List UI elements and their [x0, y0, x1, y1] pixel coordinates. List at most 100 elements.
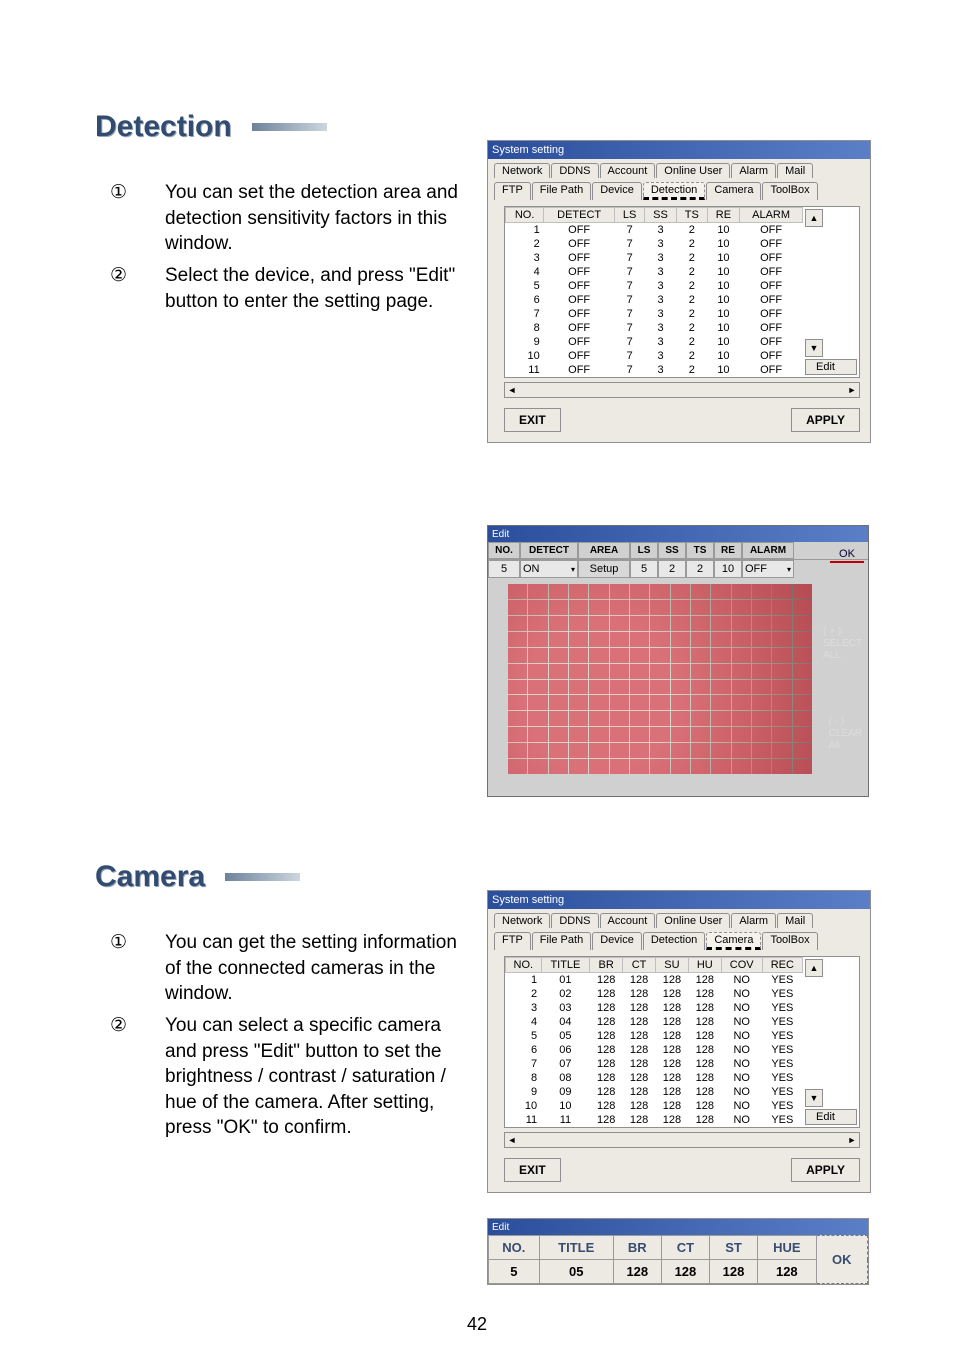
grid-cell[interactable] — [752, 648, 771, 663]
ok-button[interactable]: OK — [830, 548, 864, 563]
column-header[interactable]: SS — [645, 208, 677, 223]
grid-cell[interactable] — [508, 743, 527, 758]
grid-cell[interactable] — [549, 727, 568, 742]
column-header[interactable]: TITLE — [541, 958, 590, 973]
grid-cell[interactable] — [793, 648, 812, 663]
clear-all-button[interactable]: ( - ) CLEAR All — [829, 716, 862, 752]
grid-cell[interactable] — [610, 711, 629, 726]
grid-overlay[interactable] — [508, 584, 812, 774]
edit-value-cell[interactable]: 2 — [686, 560, 714, 578]
grid-cell[interactable] — [752, 743, 771, 758]
grid-cell[interactable] — [772, 632, 791, 647]
grid-cell[interactable] — [691, 648, 710, 663]
grid-cell[interactable] — [691, 711, 710, 726]
grid-cell[interactable] — [508, 632, 527, 647]
grid-cell[interactable] — [671, 616, 690, 631]
scroll-up-icon[interactable]: ▲ — [805, 959, 823, 977]
table-row[interactable]: 8OFF73210OFF — [506, 321, 803, 335]
grid-cell[interactable] — [691, 616, 710, 631]
grid-cell[interactable] — [528, 743, 547, 758]
grid-cell[interactable] — [569, 759, 588, 774]
scroll-left-icon[interactable]: ◄ — [505, 1134, 519, 1146]
tab-account[interactable]: Account — [600, 913, 656, 928]
grid-cell[interactable] — [691, 727, 710, 742]
grid-cell[interactable] — [793, 584, 812, 599]
tab-toolbox[interactable]: ToolBox — [762, 932, 817, 950]
tab-alarm[interactable]: Alarm — [731, 913, 776, 928]
column-header[interactable]: REC — [762, 958, 802, 973]
grid-cell[interactable] — [650, 759, 669, 774]
column-header[interactable]: TS — [676, 208, 707, 223]
grid-cell[interactable] — [528, 664, 547, 679]
grid-cell[interactable] — [691, 584, 710, 599]
grid-cell[interactable] — [711, 711, 730, 726]
column-header[interactable]: NO. — [506, 958, 542, 973]
grid-cell[interactable] — [508, 727, 527, 742]
tab-file-path[interactable]: File Path — [532, 182, 591, 200]
grid-cell[interactable] — [508, 711, 527, 726]
grid-cell[interactable] — [772, 584, 791, 599]
grid-cell[interactable] — [691, 695, 710, 710]
grid-cell[interactable] — [671, 664, 690, 679]
grid-cell[interactable] — [711, 743, 730, 758]
grid-cell[interactable] — [650, 695, 669, 710]
edit-value-cell[interactable]: 5 — [630, 560, 658, 578]
grid-cell[interactable] — [711, 600, 730, 615]
grid-cell[interactable] — [711, 759, 730, 774]
edit-value-cell[interactable]: 05 — [539, 1260, 613, 1284]
exit-button[interactable]: EXIT — [504, 408, 561, 432]
grid-cell[interactable] — [671, 648, 690, 663]
grid-cell[interactable] — [569, 727, 588, 742]
table-row[interactable]: 606128128128128NOYES — [506, 1043, 803, 1057]
grid-cell[interactable] — [630, 584, 649, 599]
column-header[interactable]: HU — [688, 958, 721, 973]
grid-cell[interactable] — [793, 695, 812, 710]
h-scrollbar[interactable]: ◄ ► — [504, 382, 860, 398]
grid-cell[interactable] — [732, 600, 751, 615]
grid-cell[interactable] — [691, 664, 710, 679]
grid-cell[interactable] — [772, 743, 791, 758]
tab-camera[interactable]: Camera — [706, 932, 761, 950]
table-row[interactable]: 4OFF73210OFF — [506, 265, 803, 279]
table-row[interactable]: 5OFF73210OFF — [506, 279, 803, 293]
detection-table[interactable]: NO.DETECTLSSSTSREALARM1OFF73210OFF2OFF73… — [505, 207, 803, 377]
table-row[interactable]: 1111128128128128NOYES — [506, 1113, 803, 1127]
table-row[interactable]: 101128128128128NOYES — [506, 973, 803, 988]
grid-cell[interactable] — [732, 616, 751, 631]
table-row[interactable]: 1OFF73210OFF — [506, 223, 803, 238]
grid-cell[interactable] — [711, 727, 730, 742]
column-header[interactable]: BR — [590, 958, 623, 973]
grid-cell[interactable] — [732, 759, 751, 774]
grid-cell[interactable] — [793, 664, 812, 679]
tab-online-user[interactable]: Online User — [656, 163, 730, 178]
grid-cell[interactable] — [569, 711, 588, 726]
grid-cell[interactable] — [589, 632, 608, 647]
grid-cell[interactable] — [671, 695, 690, 710]
grid-cell[interactable] — [650, 711, 669, 726]
grid-cell[interactable] — [589, 743, 608, 758]
table-row[interactable]: 202128128128128NOYES — [506, 987, 803, 1001]
grid-cell[interactable] — [691, 759, 710, 774]
table-row[interactable]: 3OFF73210OFF — [506, 251, 803, 265]
grid-cell[interactable] — [569, 632, 588, 647]
scroll-right-icon[interactable]: ► — [845, 1134, 859, 1146]
table-row[interactable]: 9OFF73210OFF — [506, 335, 803, 349]
grid-cell[interactable] — [508, 648, 527, 663]
grid-cell[interactable] — [528, 632, 547, 647]
table-row[interactable]: 2OFF73210OFF — [506, 237, 803, 251]
table-row[interactable]: 808128128128128NOYES — [506, 1071, 803, 1085]
grid-cell[interactable] — [691, 600, 710, 615]
grid-cell[interactable] — [549, 616, 568, 631]
column-header[interactable]: COV — [721, 958, 762, 973]
grid-cell[interactable] — [752, 680, 771, 695]
camera-table[interactable]: NO.TITLEBRCTSUHUCOVREC101128128128128NOY… — [505, 957, 803, 1127]
grid-cell[interactable] — [650, 600, 669, 615]
grid-cell[interactable] — [630, 743, 649, 758]
grid-cell[interactable] — [569, 584, 588, 599]
grid-cell[interactable] — [772, 664, 791, 679]
grid-cell[interactable] — [732, 680, 751, 695]
tab-detection[interactable]: Detection — [643, 182, 705, 200]
grid-cell[interactable] — [569, 743, 588, 758]
grid-cell[interactable] — [793, 743, 812, 758]
grid-cell[interactable] — [508, 680, 527, 695]
